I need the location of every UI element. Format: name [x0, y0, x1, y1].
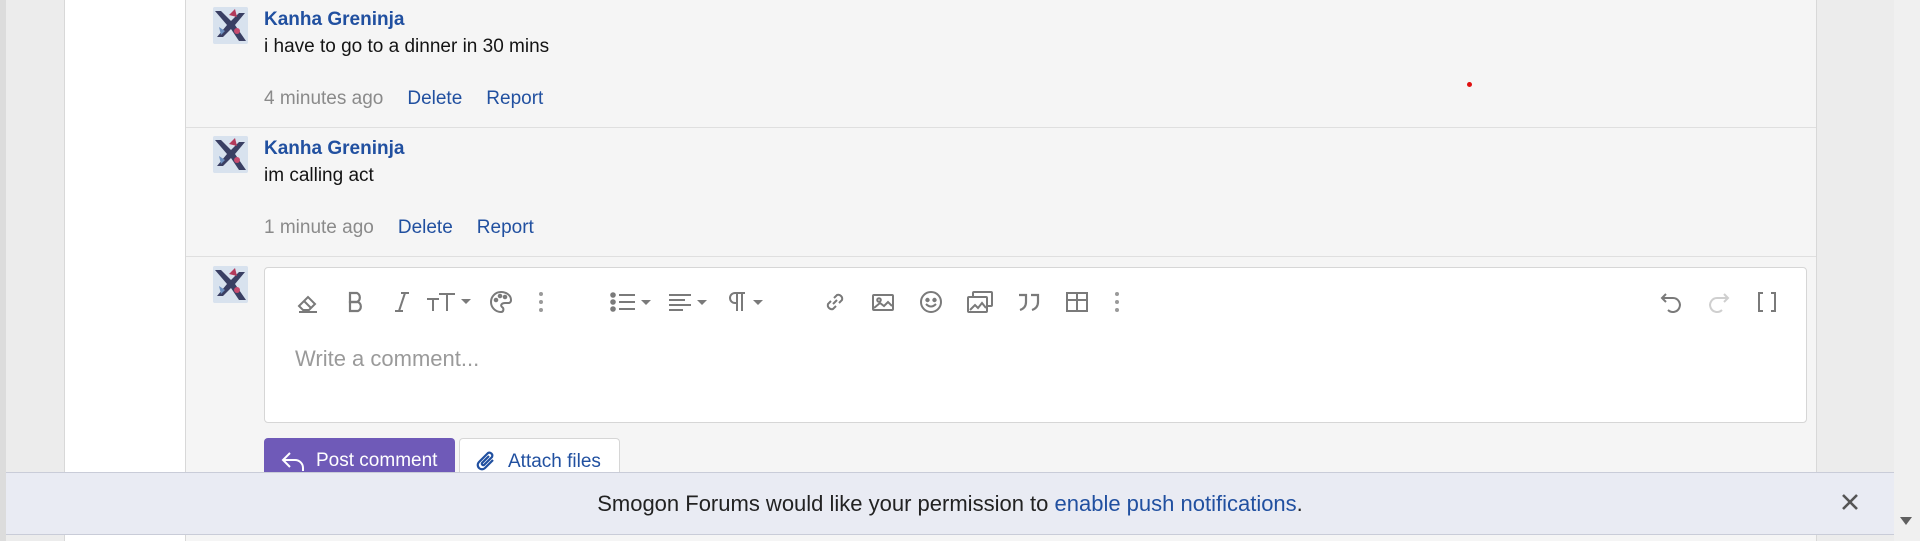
reply-icon	[281, 452, 304, 471]
text-size-icon[interactable]	[425, 286, 473, 318]
more-text-options-icon[interactable]	[533, 286, 549, 318]
post-comment-label: Post comment	[316, 450, 438, 471]
scrollbar[interactable]	[1894, 0, 1920, 541]
attach-files-label: Attach files	[508, 450, 601, 472]
avatar[interactable]	[213, 136, 248, 173]
insert-media-icon[interactable]	[963, 286, 997, 318]
delete-link[interactable]: Delete	[398, 217, 453, 239]
clear-formatting-icon[interactable]	[293, 286, 323, 318]
scroll-down-arrow-icon[interactable]	[1896, 511, 1916, 531]
enable-push-notifications-link[interactable]: enable push notifications	[1055, 491, 1297, 517]
comment-actions: 1 minute ago Delete Report	[264, 217, 534, 239]
comment-editor: Write a comment...	[264, 267, 1807, 423]
report-link[interactable]: Report	[486, 88, 543, 110]
comment-item: Kanha Greninja im calling act 1 minute a…	[186, 129, 1816, 257]
editor-toolbar	[265, 268, 1806, 336]
redo-icon[interactable]	[1703, 286, 1735, 318]
notice-period: .	[1296, 490, 1303, 516]
current-user-avatar[interactable]	[213, 266, 248, 303]
more-insert-options-icon[interactable]	[1109, 286, 1125, 318]
comment-text: im calling act	[264, 165, 374, 186]
align-icon[interactable]	[667, 286, 711, 318]
comment-actions: 4 minutes ago Delete Report	[264, 88, 543, 110]
cursor-dot	[1467, 82, 1472, 87]
italic-icon[interactable]	[389, 286, 415, 318]
close-icon[interactable]	[1838, 490, 1862, 514]
report-link[interactable]: Report	[477, 217, 534, 239]
avatar[interactable]	[213, 7, 248, 44]
paragraph-format-icon[interactable]	[725, 286, 769, 318]
delete-link[interactable]: Delete	[407, 88, 462, 110]
comment-thread: Kanha Greninja i have to go to a dinner …	[185, 0, 1817, 541]
text-color-icon[interactable]	[485, 286, 517, 318]
undo-icon[interactable]	[1655, 286, 1687, 318]
insert-table-icon[interactable]	[1061, 286, 1093, 318]
insert-link-icon[interactable]	[819, 286, 851, 318]
comment-item: Kanha Greninja i have to go to a dinner …	[186, 0, 1816, 128]
list-icon[interactable]	[609, 286, 653, 318]
bold-icon[interactable]	[341, 286, 371, 318]
comment-author-link[interactable]: Kanha Greninja	[264, 138, 404, 160]
comment-input[interactable]: Write a comment...	[295, 346, 479, 372]
comment-timestamp[interactable]: 4 minutes ago	[264, 88, 383, 110]
insert-image-icon[interactable]	[867, 286, 899, 318]
paperclip-icon	[476, 451, 494, 470]
quote-icon[interactable]	[1013, 286, 1045, 318]
push-notification-notice: Smogon Forums would like your permission…	[6, 472, 1894, 535]
toggle-fullscreen-icon[interactable]	[1751, 286, 1783, 318]
insert-emoji-icon[interactable]	[915, 286, 947, 318]
notice-text: Smogon Forums would like your permission…	[597, 490, 1055, 516]
left-edge	[0, 0, 6, 541]
comment-text: i have to go to a dinner in 30 mins	[264, 36, 550, 57]
comment-timestamp[interactable]: 1 minute ago	[264, 217, 374, 239]
comment-author-link[interactable]: Kanha Greninja	[264, 9, 404, 31]
